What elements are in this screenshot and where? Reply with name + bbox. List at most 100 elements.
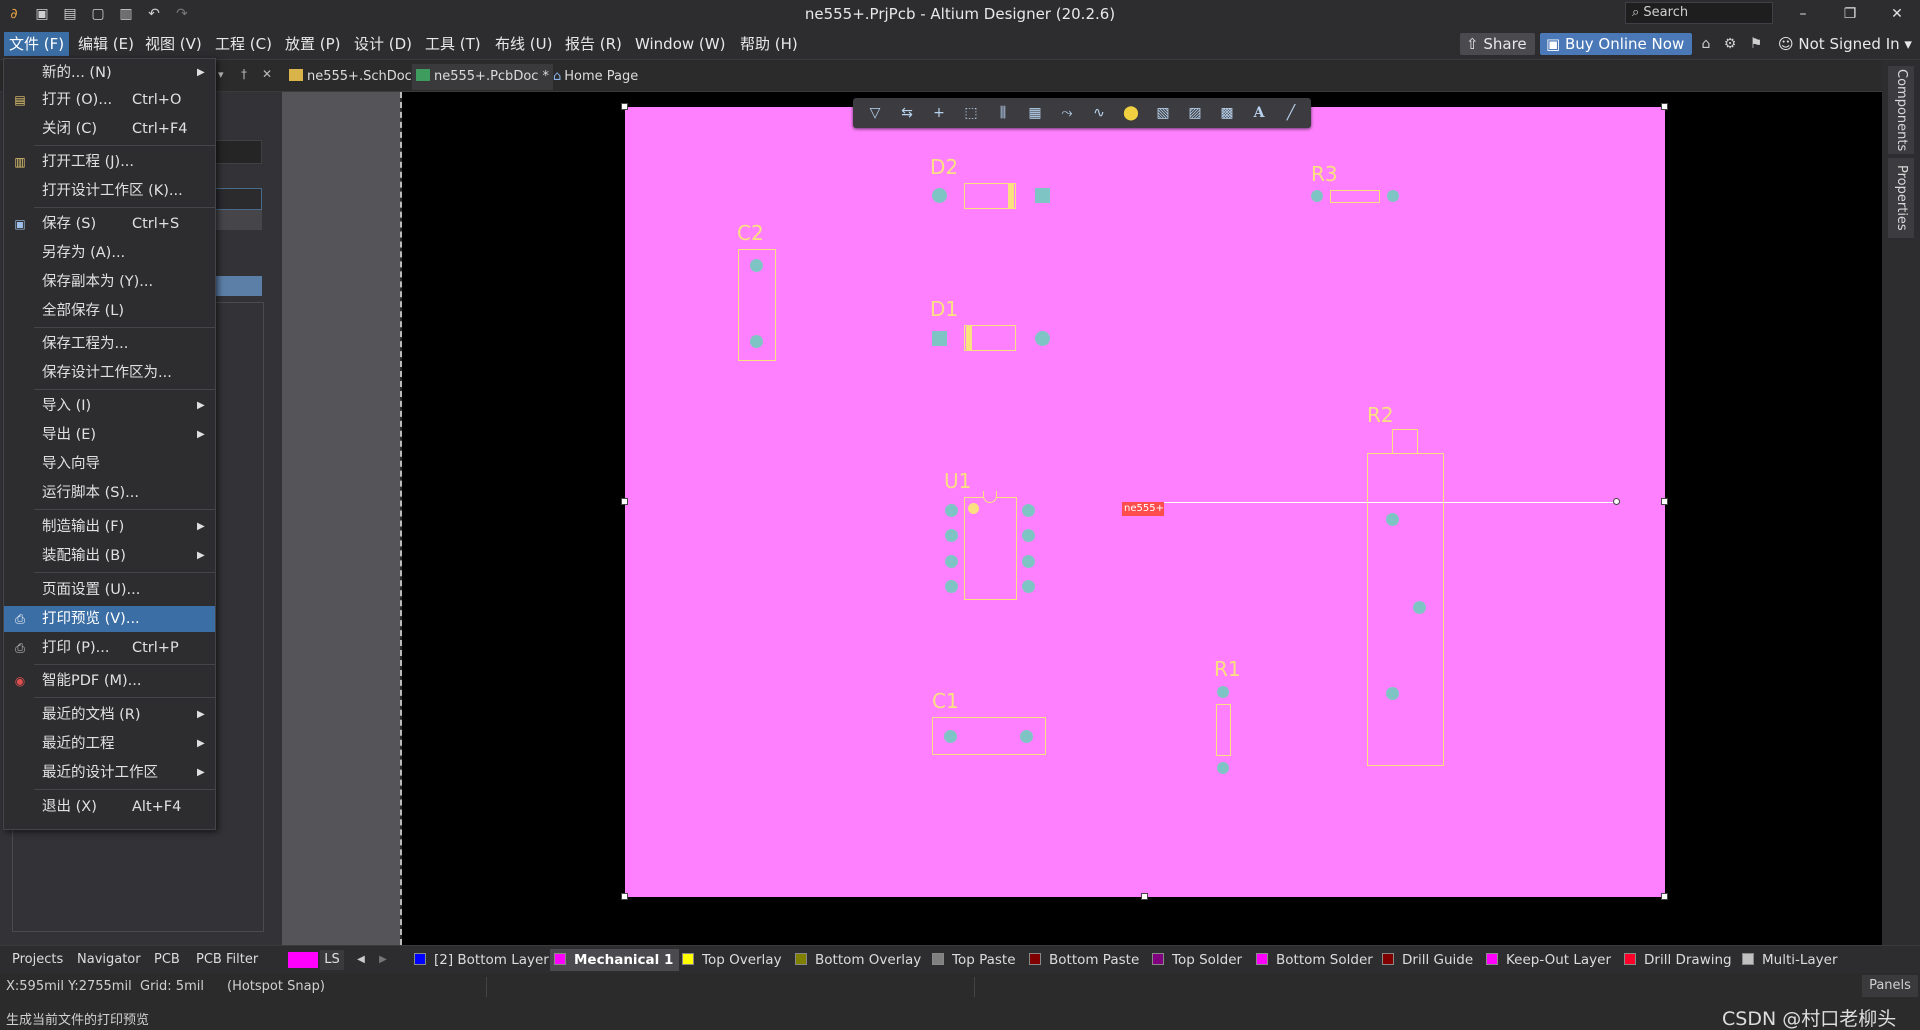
search-input[interactable]: ⌕ Search <box>1625 2 1773 24</box>
panel-dropdown-icon[interactable]: ▾ <box>218 68 224 81</box>
menu-item-save[interactable]: ▣ 保存 (S) Ctrl+S <box>4 211 215 237</box>
menu-item-print[interactable]: ⎙ 打印 (P)... Ctrl+P <box>4 635 215 661</box>
menu-item-fabrication-outputs[interactable]: 制造输出 (F) ▶ <box>4 514 215 540</box>
pin-icon[interactable]: † <box>241 67 247 81</box>
menu-project[interactable]: 工程 (C) <box>210 32 277 56</box>
selection-handle[interactable] <box>1661 498 1668 505</box>
menu-place[interactable]: 放置 (P) <box>280 32 346 56</box>
share-button[interactable]: ⇧ Share <box>1460 33 1535 55</box>
layer-tab-top-paste[interactable]: Top Paste <box>928 949 1022 971</box>
crosshair-icon[interactable]: + <box>929 103 949 123</box>
panel-close-icon[interactable]: ✕ <box>262 67 272 81</box>
menu-item-open[interactable]: ▤ 打开 (O)... Ctrl+O <box>4 87 215 113</box>
layer-tab-bottom-overlay[interactable]: Bottom Overlay <box>791 949 927 971</box>
scroll-left-icon[interactable]: ◀ <box>352 950 370 970</box>
account-button[interactable]: ☺ Not Signed In ▾ <box>1774 33 1916 55</box>
panel-tab-pcb-filter[interactable]: PCB Filter <box>192 950 262 970</box>
pad[interactable] <box>945 529 958 542</box>
menu-item-run-script[interactable]: 运行脚本 (S)... <box>4 480 215 506</box>
pad[interactable] <box>945 555 958 568</box>
minimize-button[interactable]: – <box>1780 0 1826 28</box>
keepout-icon[interactable]: ▨ <box>1185 103 1205 123</box>
pad[interactable] <box>1311 190 1323 202</box>
menu-view[interactable]: 视图 (V) <box>140 32 207 56</box>
menu-item-page-setup[interactable]: 页面设置 (U)... <box>4 577 215 603</box>
selection-handle[interactable] <box>621 498 628 505</box>
menu-item-save-workspace-as[interactable]: 保存设计工作区为... <box>4 360 215 386</box>
layer-tab-top-overlay[interactable]: Top Overlay <box>678 949 788 971</box>
pad[interactable] <box>932 188 947 203</box>
panel-tab-projects[interactable]: Projects <box>8 950 67 970</box>
route-icon[interactable]: ⤳ <box>1057 103 1077 123</box>
panel-tab-navigator[interactable]: Navigator <box>73 950 145 970</box>
pad[interactable] <box>1217 762 1229 774</box>
buy-online-button[interactable]: ▣ Buy Online Now <box>1540 33 1693 55</box>
pcb-board-outline[interactable]: D2 R3 C2 D1 R2 U1 ne555+ R1 C1 <box>625 107 1665 897</box>
pad[interactable] <box>1386 687 1399 700</box>
dimension-icon[interactable]: ▩ <box>1217 103 1237 123</box>
menu-item-save-copy[interactable]: 保存副本为 (Y)... <box>4 269 215 295</box>
pad[interactable] <box>1387 190 1399 202</box>
tab-schdoc[interactable]: ne555+.SchDoc <box>285 64 416 90</box>
layer-tab-multi-layer[interactable]: Multi-Layer <box>1738 949 1844 971</box>
menu-item-save-all[interactable]: 全部保存 (L) <box>4 298 215 324</box>
menu-item-export[interactable]: 导出 (E) ▶ <box>4 422 215 448</box>
menu-item-save-as[interactable]: 另存为 (A)... <box>4 240 215 266</box>
menu-edit[interactable]: 编辑 (E) <box>73 32 139 56</box>
close-button[interactable]: ✕ <box>1874 0 1920 28</box>
menu-item-recent-documents[interactable]: 最近的文档 (R) ▶ <box>4 702 215 728</box>
menu-item-print-preview[interactable]: ⎙ 打印预览 (V)... <box>4 606 215 632</box>
menu-item-new[interactable]: 新的... (N) ▶ <box>4 60 215 86</box>
menu-item-save-project-as[interactable]: 保存工程为... <box>4 331 215 357</box>
layer-tab-bottom-solder[interactable]: Bottom Solder <box>1252 949 1379 971</box>
r3-body[interactable] <box>1330 190 1380 203</box>
pad[interactable] <box>944 730 957 743</box>
selection-handle[interactable] <box>1661 103 1668 110</box>
home-icon[interactable]: ⌂ <box>1696 34 1716 54</box>
menu-item-import[interactable]: 导入 (I) ▶ <box>4 393 215 419</box>
net-line[interactable] <box>1164 502 1617 503</box>
selection-handle[interactable] <box>621 103 628 110</box>
layer-set-button[interactable]: LS <box>320 950 344 970</box>
menu-design[interactable]: 设计 (D) <box>349 32 417 56</box>
component-icon[interactable]: ▦ <box>1025 103 1045 123</box>
layer-tab-top-solder[interactable]: Top Solder <box>1148 949 1248 971</box>
selection-handle[interactable] <box>621 893 628 900</box>
pad[interactable] <box>1022 504 1035 517</box>
select-rect-icon[interactable]: ⬚ <box>961 103 981 123</box>
menu-item-assembly-outputs[interactable]: 装配输出 (B) ▶ <box>4 543 215 569</box>
pad[interactable] <box>945 504 958 517</box>
text-icon[interactable]: A <box>1249 103 1269 123</box>
layer-tab-mechanical-1[interactable]: Mechanical 1 <box>550 949 680 971</box>
via-icon[interactable]: ⬤ <box>1121 103 1141 123</box>
menu-item-recent-workspaces[interactable]: 最近的设计工作区 ▶ <box>4 760 215 786</box>
layer-tab-keep-out[interactable]: Keep-Out Layer <box>1482 949 1617 971</box>
layer-tab-drill-guide[interactable]: Drill Guide <box>1378 949 1479 971</box>
pad[interactable] <box>1020 730 1033 743</box>
pad[interactable] <box>1413 601 1426 614</box>
menu-help[interactable]: 帮助 (H) <box>735 32 803 56</box>
menu-item-exit[interactable]: 退出 (X) Alt+F4 <box>4 794 215 820</box>
menu-item-open-workspace[interactable]: 打开设计工作区 (K)... <box>4 178 215 204</box>
restore-button[interactable]: ❐ <box>1827 0 1873 28</box>
tune-length-icon[interactable]: ∿ <box>1089 103 1109 123</box>
net-line-handle[interactable] <box>1613 498 1620 505</box>
layer-tab-drill-drawing[interactable]: Drill Drawing <box>1620 949 1738 971</box>
selection-handle[interactable] <box>1661 893 1668 900</box>
pad[interactable] <box>1022 580 1035 593</box>
current-layer-swatch[interactable] <box>288 952 318 968</box>
scroll-right-icon[interactable]: ▶ <box>374 950 392 970</box>
menu-item-smart-pdf[interactable]: ◉ 智能PDF (M)... <box>4 668 215 694</box>
menu-item-open-project[interactable]: ▥ 打开工程 (J)... <box>4 149 215 175</box>
pad[interactable] <box>932 331 947 346</box>
pad[interactable] <box>1035 188 1050 203</box>
align-icon[interactable]: ⫼ <box>993 103 1013 123</box>
menu-tools[interactable]: 工具 (T) <box>420 32 486 56</box>
menu-item-close[interactable]: 关闭 (C) Ctrl+F4 <box>4 116 215 142</box>
net-label[interactable]: ne555+ <box>1122 502 1164 516</box>
pad[interactable] <box>750 335 763 348</box>
gear-icon[interactable]: ⚙ <box>1720 34 1740 54</box>
pad[interactable] <box>1022 555 1035 568</box>
tab-home-page[interactable]: ⌂ Home Page <box>549 64 642 90</box>
pad[interactable] <box>1022 529 1035 542</box>
